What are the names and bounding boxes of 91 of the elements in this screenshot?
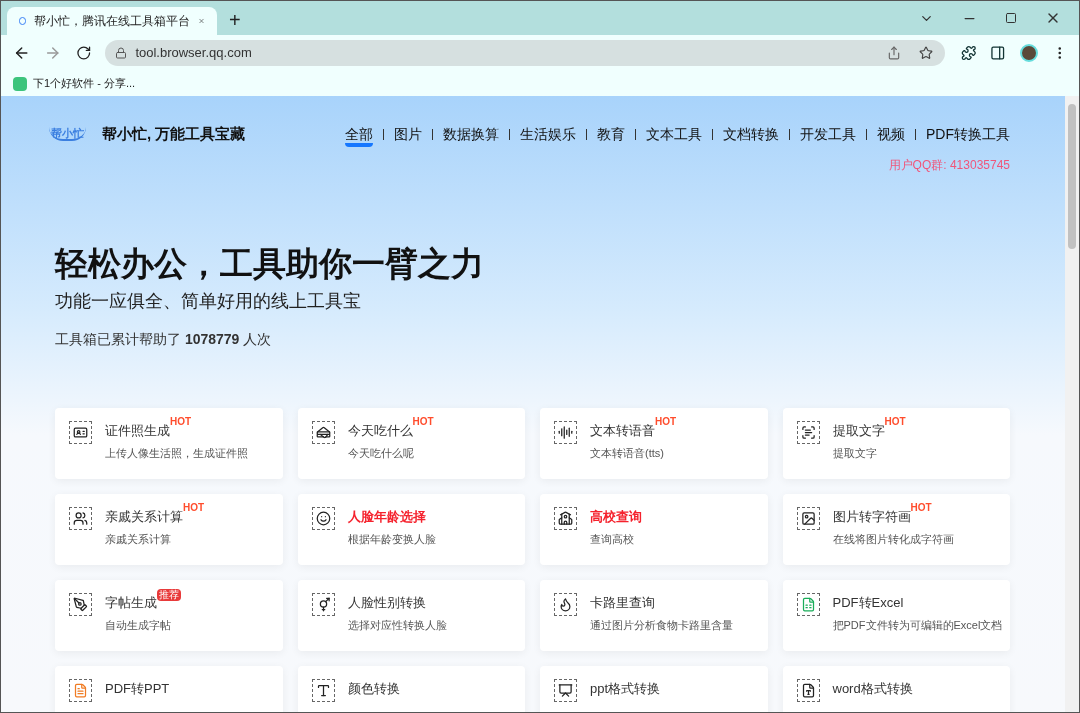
tool-card[interactable]: 颜色转换 bbox=[297, 666, 525, 712]
smile-icon bbox=[311, 507, 335, 530]
hot-label: HOT bbox=[910, 503, 932, 513]
tool-title: PDF转Excel bbox=[832, 594, 904, 612]
scan-text-icon bbox=[796, 421, 820, 444]
tool-title: 今天吃什么 bbox=[347, 422, 413, 440]
tool-description: 文本转语音(tts) bbox=[590, 446, 665, 461]
nav-link[interactable]: 数据换算 bbox=[443, 125, 499, 143]
tool-title: 亲戚关系计算 bbox=[105, 509, 183, 526]
site-name: 帮小忙, 万能工具宝藏 bbox=[102, 123, 246, 144]
id-card-icon bbox=[69, 421, 92, 444]
tool-title: word格式转换 bbox=[832, 680, 913, 698]
tool-card[interactable]: word格式转换 bbox=[782, 666, 1010, 712]
tool-title: 图片转字符画 bbox=[832, 509, 911, 526]
tool-description: 亲戚关系计算 bbox=[105, 532, 172, 547]
tool-card[interactable]: ppt格式转换 bbox=[540, 666, 768, 712]
presentation-icon bbox=[554, 679, 577, 702]
hero-subtitle: 功能一应俱全、简单好用的线上工具宝 bbox=[55, 290, 362, 313]
tool-card[interactable]: 人脸性别转换 选择对应性转换人脸 bbox=[297, 580, 525, 651]
tool-title: 卡路里查询 bbox=[590, 594, 655, 612]
sound-wave-icon bbox=[554, 421, 577, 444]
tool-description: 上传人像生活照，生成证件照 bbox=[105, 446, 248, 461]
nav-link[interactable]: PDF转换工具 bbox=[926, 125, 1010, 143]
letter-icon bbox=[311, 679, 335, 702]
tool-title: 颜色转换 bbox=[347, 680, 400, 698]
tool-title: 文本转语音 bbox=[590, 422, 655, 440]
nav-link[interactable]: 文档转换 bbox=[723, 125, 779, 143]
tool-description: 自动生成字帖 bbox=[105, 618, 172, 633]
tool-description: 把PDF文件转为可编辑的Excel文档 bbox=[832, 618, 1003, 633]
sandwich-icon bbox=[311, 421, 335, 444]
tool-card[interactable]: PDF转Excel 把PDF文件转为可编辑的Excel文档 bbox=[782, 580, 1010, 651]
gender-icon bbox=[311, 593, 335, 616]
tool-title: 人脸年龄选择 bbox=[347, 508, 426, 526]
url-text: tool.browser.qq.com bbox=[135, 44, 253, 63]
flame-icon bbox=[554, 593, 577, 616]
recommend-badge: 推荐 bbox=[157, 589, 181, 601]
school-icon bbox=[554, 507, 577, 530]
hot-label: HOT bbox=[183, 503, 205, 513]
tool-description: 通过图片分析食物卡路里含量 bbox=[590, 618, 733, 633]
tool-title: 字帖生成 bbox=[105, 594, 157, 612]
image-icon bbox=[796, 507, 820, 530]
tool-card[interactable]: PDF转PPT bbox=[55, 666, 283, 712]
maximize-icon[interactable] bbox=[1005, 12, 1017, 24]
nav-link[interactable]: 全部 bbox=[345, 121, 373, 147]
reload-icon[interactable] bbox=[75, 45, 92, 61]
nav-link[interactable]: 教育 bbox=[597, 125, 625, 143]
tool-description: 在线将图片转化成字符画 bbox=[832, 532, 954, 547]
scrollbar[interactable] bbox=[1065, 96, 1079, 712]
tool-card[interactable]: 高校查询 查询高校 bbox=[540, 494, 768, 565]
tool-title: PDF转PPT bbox=[105, 680, 170, 698]
tool-description: 选择对应性转换人脸 bbox=[347, 618, 447, 633]
hot-label: HOT bbox=[412, 417, 434, 427]
tool-title: 提取文字 bbox=[832, 422, 885, 440]
hot-label: HOT bbox=[170, 417, 192, 427]
spreadsheet-icon bbox=[796, 593, 820, 616]
document-icon bbox=[796, 679, 820, 702]
help-counter: 工具箱已累计帮助了 1078779 人次 bbox=[55, 330, 273, 349]
nav-link[interactable]: 生活娱乐 bbox=[520, 125, 576, 143]
nav-link[interactable]: 开发工具 bbox=[800, 125, 856, 143]
qq-group-text: 用户QQ群: 413035745 bbox=[888, 157, 1010, 174]
tab-title: 帮小忙，腾讯在线工具箱平台 bbox=[34, 13, 190, 30]
nav-link[interactable]: 视频 bbox=[877, 125, 905, 143]
browser-tab[interactable]: 帮小忙，腾讯在线工具箱平台 bbox=[7, 7, 217, 35]
star-icon[interactable] bbox=[918, 46, 933, 60]
tool-description: 提取文字 bbox=[832, 446, 878, 461]
tool-description: 查询高校 bbox=[590, 532, 635, 547]
hot-label: HOT bbox=[655, 417, 677, 427]
extensions-icon[interactable] bbox=[960, 45, 977, 61]
address-bar[interactable]: tool.browser.qq.com bbox=[105, 40, 945, 66]
lock-icon bbox=[115, 47, 128, 59]
tool-title: 人脸性别转换 bbox=[347, 594, 426, 612]
tool-card[interactable]: 卡路里查询 通过图片分析食物卡路里含量 bbox=[540, 580, 768, 651]
bookmark-item[interactable]: 下1个好软件 - 分享... bbox=[13, 75, 136, 92]
people-icon bbox=[69, 507, 92, 530]
hot-label: HOT bbox=[884, 417, 906, 427]
new-tab-button[interactable]: + bbox=[229, 10, 241, 30]
tool-card[interactable]: 人脸年龄选择 根据年龄变换人脸 bbox=[297, 494, 525, 565]
tool-description: 根据年龄变换人脸 bbox=[347, 532, 436, 547]
tool-description: 今天吃什么呢 bbox=[347, 446, 415, 461]
tool-title: 证件照生成 bbox=[105, 423, 170, 440]
tool-title: 高校查询 bbox=[590, 508, 642, 526]
document-icon bbox=[69, 679, 92, 702]
side-panel-icon[interactable] bbox=[990, 45, 1006, 61]
share-icon[interactable] bbox=[886, 46, 901, 60]
nav-link[interactable]: 图片 bbox=[394, 125, 422, 143]
pen-icon bbox=[69, 593, 92, 616]
bookmark-icon bbox=[13, 76, 27, 91]
hero-title: 轻松办公，工具助你一臂之力 bbox=[55, 244, 485, 284]
nav-link[interactable]: 文本工具 bbox=[646, 125, 702, 143]
tool-title: ppt格式转换 bbox=[590, 680, 661, 698]
avatar-icon[interactable] bbox=[1019, 44, 1038, 62]
